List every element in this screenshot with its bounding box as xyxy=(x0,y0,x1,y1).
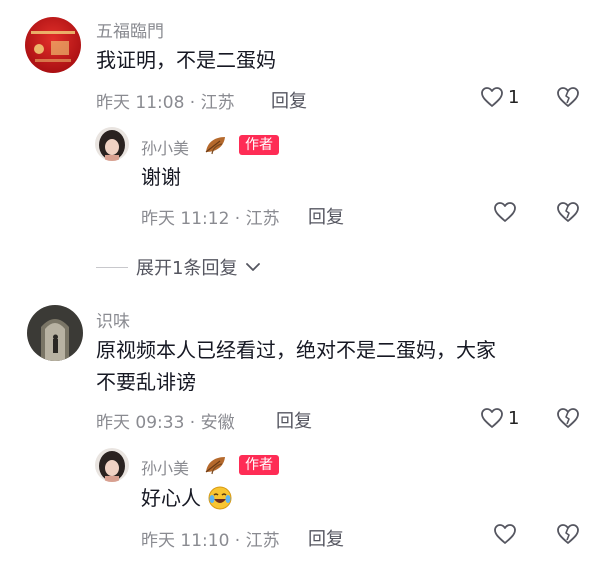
reply-author[interactable]: 孙小美 xyxy=(141,455,189,479)
broken-heart-icon xyxy=(557,524,579,544)
heart-outline-icon xyxy=(481,408,503,428)
heart-outline-icon xyxy=(494,202,516,222)
heart-outline-icon xyxy=(481,87,503,107)
comment-author[interactable]: 识味 xyxy=(96,307,130,332)
dislike-button[interactable] xyxy=(556,523,580,549)
laughing-emoji-icon xyxy=(208,486,232,510)
expand-replies-label: 展开1条回复 xyxy=(136,258,238,279)
leaf-icon xyxy=(205,137,225,155)
reply-button[interactable]: 回复 xyxy=(271,87,307,113)
divider xyxy=(96,266,128,268)
avatar[interactable] xyxy=(25,17,81,73)
dislike-button[interactable] xyxy=(556,201,580,227)
avatar[interactable] xyxy=(95,127,129,161)
broken-heart-icon xyxy=(557,87,579,107)
broken-heart-icon xyxy=(557,202,579,222)
dislike-button[interactable] xyxy=(556,407,580,433)
comment-author[interactable]: 五福臨門 xyxy=(96,17,164,42)
like-button[interactable] xyxy=(493,201,517,223)
chevron-down-icon xyxy=(246,263,261,271)
reply-meta: 昨天 11:10 · 江苏 xyxy=(141,531,280,551)
reply-button[interactable]: 回复 xyxy=(308,203,344,229)
reply-text: 谢谢 xyxy=(141,165,181,189)
comment-text: 我证明，不是二蛋妈 xyxy=(96,48,276,72)
comment-text-line-2: 不要乱诽谤 xyxy=(96,370,196,394)
author-badge: 作者 xyxy=(239,135,279,155)
reply-text: 好心人 xyxy=(141,486,201,510)
like-button[interactable]: 1 xyxy=(480,86,519,108)
broken-heart-icon xyxy=(557,408,579,428)
reply-meta: 昨天 11:12 · 江苏 xyxy=(141,209,280,229)
avatar[interactable] xyxy=(95,448,129,482)
expand-replies-button[interactable]: 展开1条回复 xyxy=(96,254,261,280)
like-button[interactable]: 1 xyxy=(480,407,519,429)
avatar[interactable] xyxy=(27,305,83,361)
like-count: 1 xyxy=(508,86,520,108)
author-badge: 作者 xyxy=(239,455,279,475)
like-count: 1 xyxy=(508,407,520,429)
comment-meta: 昨天 11:08 · 江苏 xyxy=(96,93,235,113)
like-button[interactable] xyxy=(493,523,517,545)
heart-outline-icon xyxy=(494,524,516,544)
leaf-icon xyxy=(205,457,225,475)
reply-author[interactable]: 孙小美 xyxy=(141,135,189,159)
reply-button[interactable]: 回复 xyxy=(308,525,344,551)
comment-meta: 昨天 09:33 · 安徽 xyxy=(96,413,235,433)
reply-button[interactable]: 回复 xyxy=(276,407,312,433)
dislike-button[interactable] xyxy=(556,86,580,112)
comment-text-line-1: 原视频本人已经看过，绝对不是二蛋妈，大家 xyxy=(96,338,496,362)
